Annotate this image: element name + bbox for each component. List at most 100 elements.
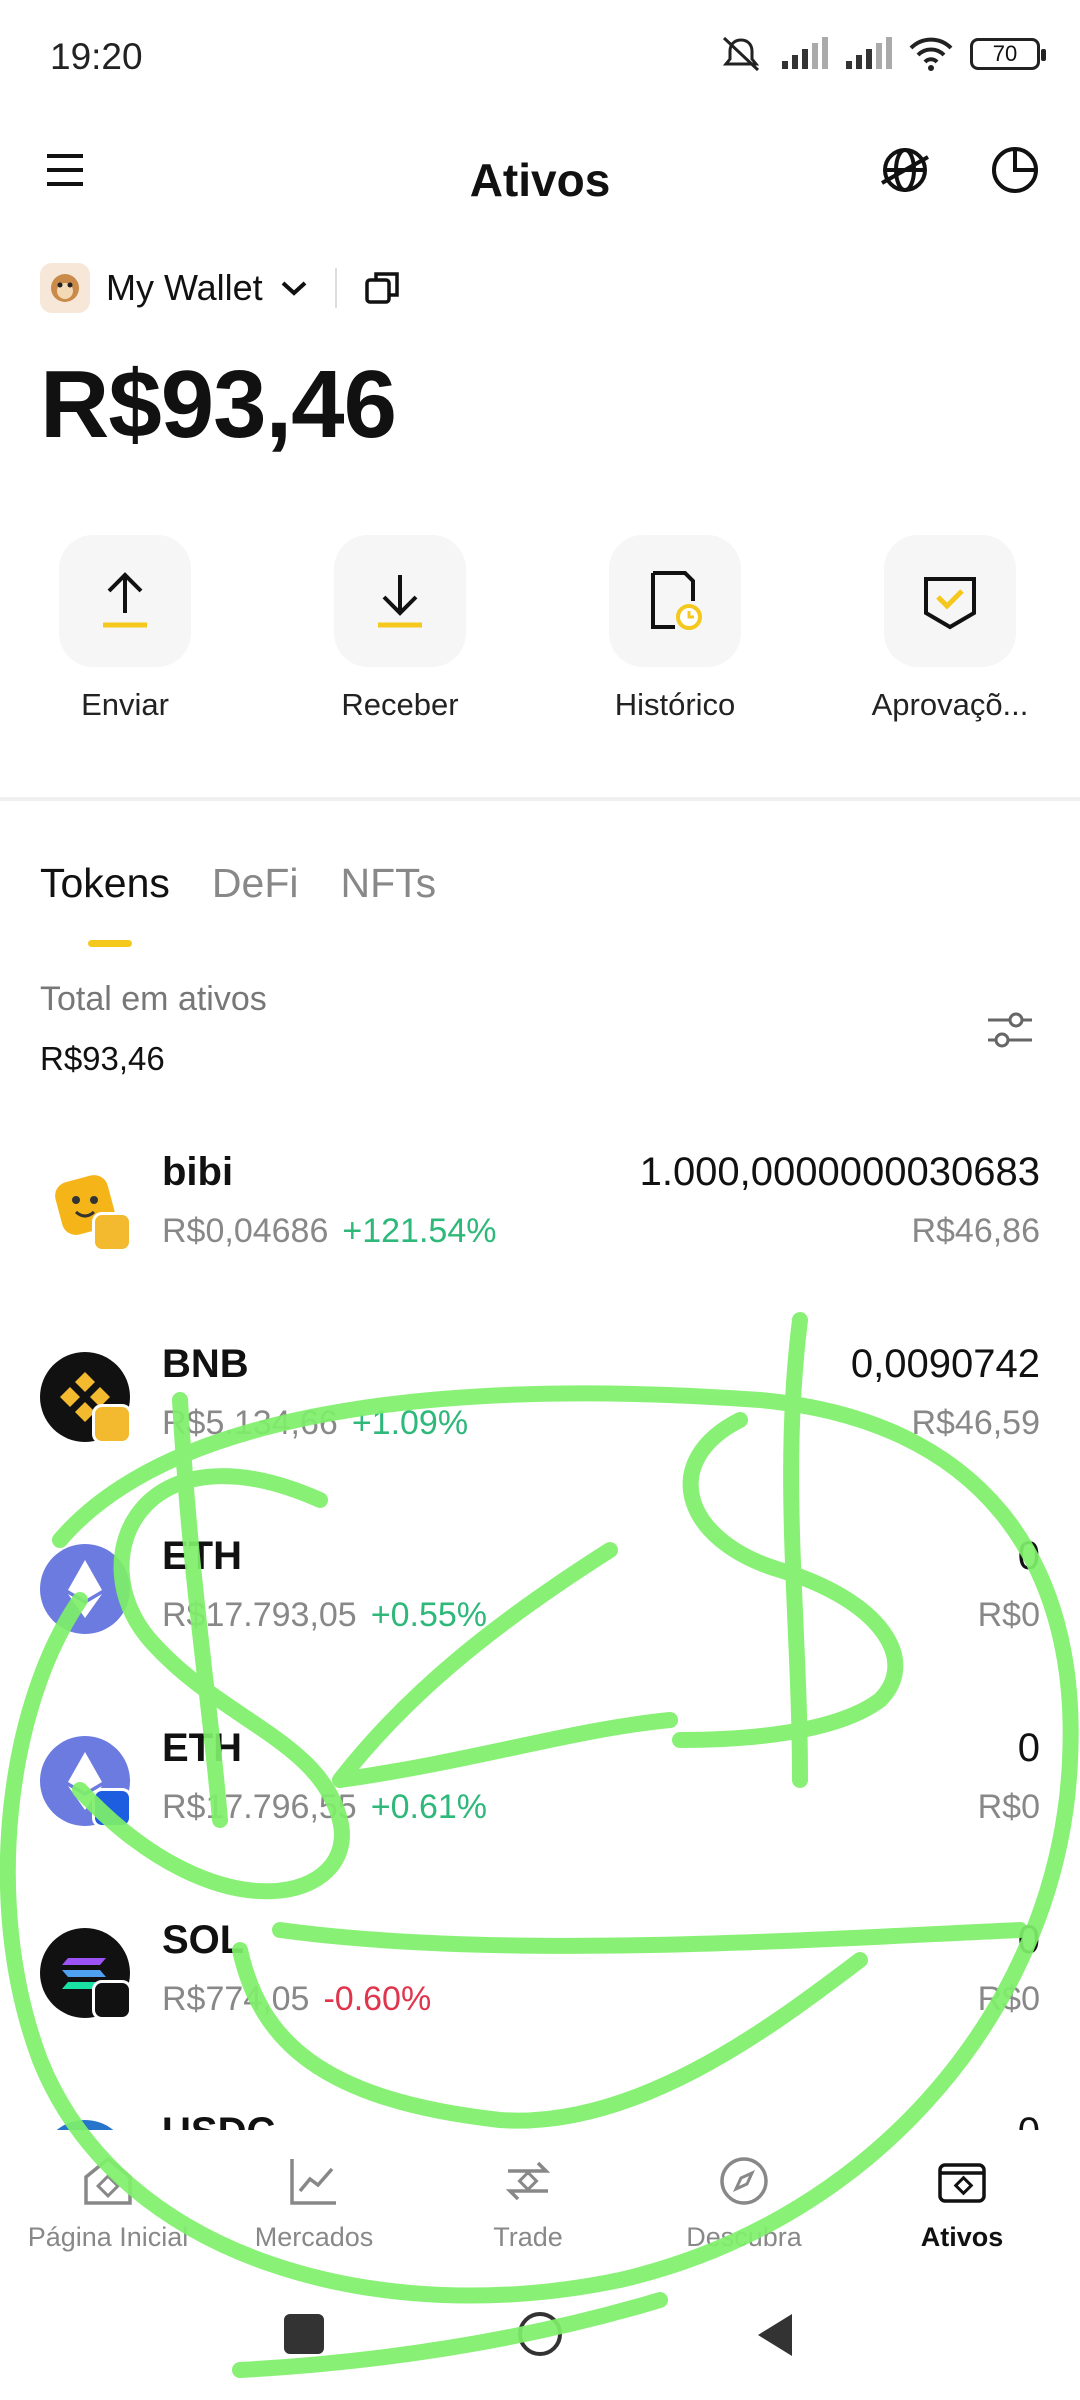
token-price: R$5.134,66 +1.09%	[162, 1404, 468, 1443]
receive-label: Receber	[341, 687, 459, 722]
history-label: Histórico	[614, 687, 736, 722]
token-price: R$774,05 -0.60%	[162, 1980, 431, 2019]
filter-settings-icon[interactable]	[980, 1000, 1040, 1060]
token-fiat-value: R$46,86	[911, 1212, 1040, 1250]
tab-defi[interactable]: DeFi	[212, 860, 299, 907]
token-amount: 0,0090742	[850, 1342, 1040, 1386]
price-value: R$0,04686	[162, 1212, 329, 1250]
token-amount: 0	[1017, 1726, 1040, 1770]
token-name: SOL	[162, 1918, 245, 1962]
wallet-name: My Wallet	[106, 267, 263, 308]
home-icon	[79, 2152, 137, 2210]
pie-chart-icon[interactable]	[980, 135, 1050, 205]
price-value: R$17.793,05	[162, 1596, 357, 1634]
token-fiat-value: R$0	[977, 1596, 1040, 1634]
top-bar: Ativos	[0, 115, 1080, 245]
history-doc-icon	[609, 535, 741, 667]
signal-icon	[782, 37, 828, 69]
bnb-chain-badge-icon	[92, 1212, 132, 1252]
asset-tabs: Tokens DeFi NFTs	[40, 860, 436, 907]
history-button[interactable]: Histórico	[550, 535, 800, 723]
battery-icon: 70	[970, 38, 1046, 70]
total-assets-value: R$93,46	[40, 1040, 165, 1077]
token-amount: 0	[1018, 2110, 1040, 2130]
price-value: R$17.796,55	[162, 1788, 357, 1826]
token-row-usdc[interactable]: USDC 0	[0, 2080, 1080, 2130]
system-navigation	[0, 2280, 1080, 2400]
nav-label: Mercados	[254, 2222, 374, 2252]
status-bar: 19:20 70	[0, 0, 1080, 115]
divider	[334, 268, 337, 308]
token-amount: 0	[1017, 1918, 1040, 1962]
usdc-token-icon	[40, 2120, 130, 2130]
token-name: ETH	[162, 1726, 242, 1770]
nav-label: Trade	[493, 2222, 563, 2252]
token-name: USDC	[162, 2110, 275, 2130]
token-row-eth[interactable]: ETH R$17.793,05 +0.55% 0 R$0	[0, 1504, 1080, 1696]
back-button[interactable]	[752, 2310, 796, 2360]
price-change: +0.61%	[370, 1788, 487, 1826]
token-row-bibi[interactable]: bibi R$0,04686 +121.54% 1.000,00000000306…	[0, 1120, 1080, 1312]
price-change: +1.09%	[351, 1404, 469, 1442]
signal-icon	[846, 37, 892, 69]
token-row-bnb[interactable]: BNB R$5.134,66 +1.09% 0,0090742 R$46,59	[0, 1312, 1080, 1504]
nav-label: Ativos	[920, 2222, 1004, 2252]
tab-nfts[interactable]: NFTs	[341, 860, 437, 907]
nav-trade[interactable]: Trade	[420, 2152, 636, 2253]
nav-markets[interactable]: Mercados	[206, 2152, 422, 2253]
solana-chain-badge-icon	[92, 1980, 132, 2020]
price-change: +0.55%	[370, 1596, 487, 1634]
token-amount: 0	[1017, 1534, 1040, 1578]
section-divider	[0, 797, 1080, 801]
base-chain-badge-icon	[92, 1788, 132, 1828]
home-button[interactable]	[518, 2312, 562, 2356]
status-icons: 70	[718, 34, 1046, 74]
price-change: -0.60%	[323, 1980, 432, 2018]
nav-home[interactable]: Página Inicial	[0, 2152, 216, 2253]
swap-icon	[499, 2152, 557, 2210]
globe-network-icon[interactable]	[870, 135, 940, 205]
approval-shield-icon	[884, 535, 1016, 667]
copy-icon[interactable]	[363, 268, 403, 308]
mute-icon	[722, 36, 760, 72]
token-row-eth-base[interactable]: ETH R$17.796,55 +0.61% 0 R$0	[0, 1696, 1080, 1888]
download-arrow-icon	[334, 535, 466, 667]
eth-token-icon	[40, 1544, 130, 1634]
price-value: R$774,05	[162, 1980, 310, 2018]
recents-button[interactable]	[284, 2314, 324, 2354]
chevron-down-icon[interactable]	[279, 278, 309, 298]
token-price: R$17.796,55 +0.61%	[162, 1788, 487, 1827]
quick-actions: Enviar Receber Histórico Aprovaçõ...	[0, 535, 1080, 735]
price-value: R$5.134,66	[162, 1404, 338, 1442]
send-button[interactable]: Enviar	[0, 535, 250, 723]
compass-icon	[715, 2152, 773, 2210]
status-time: 19:20	[50, 36, 143, 77]
approvals-button[interactable]: Aprovaçõ...	[825, 535, 1075, 723]
token-price: R$17.793,05 +0.55%	[162, 1596, 487, 1635]
approvals-label: Aprovaçõ...	[871, 687, 1029, 722]
token-name: BNB	[162, 1342, 249, 1386]
token-fiat-value: R$46,59	[911, 1404, 1040, 1442]
upload-arrow-icon	[59, 535, 191, 667]
token-list: bibi R$0,04686 +121.54% 1.000,00000000306…	[0, 1120, 1080, 2130]
total-assets-label: Total em ativos	[40, 980, 267, 1018]
token-row-sol[interactable]: SOL R$774,05 -0.60% 0 R$0	[0, 1888, 1080, 2080]
token-name: ETH	[162, 1534, 242, 1578]
token-amount: 1.000,0000000030683	[639, 1150, 1040, 1194]
tab-tokens[interactable]: Tokens	[40, 860, 170, 907]
nav-label: Página Inicial	[27, 2222, 189, 2252]
wallet-selector[interactable]: My Wallet	[40, 258, 403, 318]
wifi-icon	[909, 37, 953, 71]
token-fiat-value: R$0	[977, 1980, 1040, 2018]
token-fiat-value: R$0	[977, 1788, 1040, 1826]
nav-discover[interactable]: Descubra	[636, 2152, 852, 2253]
receive-button[interactable]: Receber	[275, 535, 525, 723]
nav-label: Descubra	[686, 2222, 802, 2252]
nav-assets[interactable]: Ativos	[854, 2152, 1070, 2253]
price-change: +121.54%	[342, 1212, 497, 1250]
tab-indicator	[88, 940, 132, 947]
battery-level: 70	[992, 41, 1018, 66]
wallet-icon	[933, 2152, 991, 2210]
token-name: bibi	[162, 1150, 234, 1194]
bnb-chain-badge-icon	[92, 1404, 132, 1444]
